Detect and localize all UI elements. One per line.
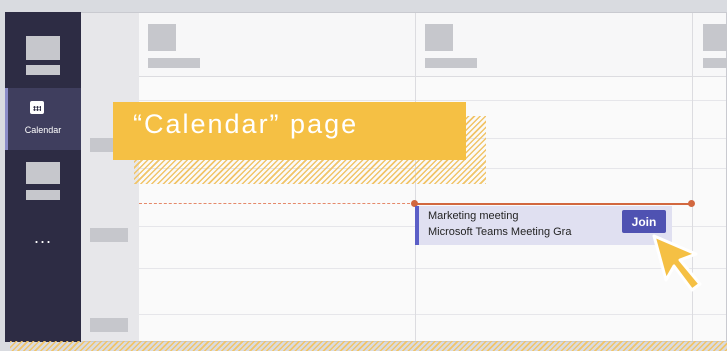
rail-item-calendar[interactable] bbox=[5, 88, 81, 150]
grid-line bbox=[139, 100, 726, 101]
day-name-placeholder bbox=[148, 58, 200, 68]
grid-line bbox=[139, 268, 726, 269]
current-time-dot bbox=[688, 200, 695, 207]
calendar-icon bbox=[30, 101, 44, 114]
day-name-placeholder bbox=[703, 58, 727, 68]
rail-item-placeholder-label bbox=[26, 65, 60, 75]
join-button[interactable]: Join bbox=[622, 210, 666, 233]
time-label-placeholder bbox=[90, 228, 128, 242]
frame-shadow bbox=[10, 341, 727, 351]
callout-box: “Calendar” page bbox=[113, 102, 466, 160]
rail-item-placeholder-icon[interactable] bbox=[26, 36, 60, 60]
meeting-event[interactable]: Marketing meeting Microsoft Teams Meetin… bbox=[415, 206, 672, 245]
day-number-placeholder bbox=[703, 24, 727, 51]
current-time-line-today bbox=[415, 203, 692, 205]
event-title: Marketing meeting bbox=[428, 210, 519, 222]
event-subtitle: Microsoft Teams Meeting Gra bbox=[428, 226, 572, 238]
current-time-line bbox=[139, 203, 415, 204]
grid-line bbox=[139, 314, 726, 315]
day-number-placeholder bbox=[425, 24, 453, 51]
day-number-placeholder bbox=[148, 24, 176, 51]
pointer-cursor-icon bbox=[652, 234, 702, 292]
more-icon[interactable]: ... bbox=[5, 228, 81, 246]
rail-item-placeholder-label bbox=[26, 190, 60, 200]
time-gutter bbox=[81, 13, 140, 341]
day-name-placeholder bbox=[425, 58, 477, 68]
callout-text: “Calendar” page bbox=[133, 109, 359, 139]
rail-item-placeholder-icon[interactable] bbox=[26, 162, 60, 184]
rail-item-calendar-label: Calendar bbox=[24, 125, 62, 135]
time-label-placeholder bbox=[90, 318, 128, 332]
